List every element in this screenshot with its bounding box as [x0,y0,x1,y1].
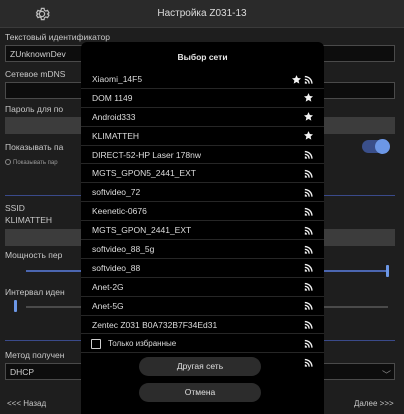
method-label: Метод получен [5,350,65,360]
cancel-button[interactable]: Отмена [139,383,261,402]
star-icon [303,130,314,141]
network-icons [303,148,314,162]
network-row[interactable]: Keenetic-0676 [81,202,324,222]
network-icons [303,166,314,180]
network-row[interactable]: Xiaomi_14F5 [81,70,324,89]
network-row[interactable]: DIRECT-52-HP Laser 178nw [81,146,324,165]
network-row[interactable]: softvideo_88_5g [81,240,324,259]
network-ssid: Anet-5G [92,300,124,311]
network-icons [303,129,314,143]
toggle-knob [375,139,390,154]
ssid-label: SSID [5,203,25,213]
wifi-signal-icon [303,225,314,236]
text-id-label: Текстовый идентификатор [5,32,110,42]
app-header: Настройка Z031-13 [0,0,404,28]
other-network-button[interactable]: Другая сеть [139,357,261,376]
network-ssid: DOM 1149 [92,92,133,103]
network-ssid: softvideo_88 [92,262,141,273]
show-password-small[interactable]: Показывать пар [5,159,58,166]
network-icons [291,72,314,86]
favorites-only-checkbox[interactable] [91,339,101,349]
page-title: Настройка Z031-13 [157,8,247,19]
wifi-signal-icon [303,168,314,179]
star-icon [291,74,302,85]
network-row[interactable]: softvideo_72 [81,183,324,203]
network-icons [303,261,314,275]
network-icons [303,299,314,313]
interval-slider-thumb[interactable] [14,300,17,312]
network-ssid: MGTS_GPON5_2441_EXT [92,168,196,179]
wifi-signal-icon [303,74,314,85]
network-ssid: softvideo_88_5g [92,244,155,255]
network-row[interactable]: MGTS_GPON_2441_EXT [81,221,324,241]
network-row[interactable]: Anet-5G [81,297,324,316]
network-ssid: softvideo_72 [92,187,141,198]
wifi-signal-icon [303,244,314,255]
network-ssid: Xiaomi_14F5 [92,74,143,84]
network-row[interactable]: Zentec Z031 B0A732B7F34Ed31 [81,316,324,335]
wifi-signal-icon [303,338,314,349]
show-password-label: Показывать па [5,142,64,152]
network-icons [303,110,314,124]
wifi-signal-icon [303,281,314,292]
network-row[interactable]: MGTS_GPON5_2441_EXT [81,164,324,184]
interval-label: Интервал иден [5,287,65,297]
network-icons [303,204,314,218]
network-ssid: KLIMATTEH [92,130,140,141]
mdns-label: Сетевое mDNS [5,69,66,79]
power-slider-thumb[interactable] [386,265,389,277]
back-button[interactable]: <<< Назад [7,399,46,408]
star-icon [303,92,314,103]
network-icons [303,318,314,332]
show-password-toggle[interactable] [362,139,390,154]
network-icons [303,336,314,350]
network-icons [303,185,314,199]
network-icons [303,91,314,105]
network-row[interactable]: Android333 [81,108,324,127]
next-button[interactable]: Далее >>> [354,399,394,408]
wifi-signal-icon [303,300,314,311]
network-ssid: Anet-2G [92,281,124,292]
network-icons [303,242,314,256]
wifi-signal-icon [303,187,314,198]
network-row[interactable]: DOM 1149 [81,89,324,108]
dialog-title: Выбор сети [177,52,228,62]
star-icon [303,111,314,122]
wifi-signal-icon [303,319,314,330]
network-row[interactable]: softvideo_88 [81,259,324,278]
radio-icon [5,159,11,165]
wifi-signal-icon [303,262,314,273]
network-list[interactable]: Xiaomi_14F5 DOM 1149 Android333 KLIMATTEH DI… [81,70,324,370]
network-ssid: DIRECT-52-HP Laser 178nw [92,149,201,160]
power-label: Мощность пер [5,250,63,260]
network-row[interactable]: KLIMATTEH [81,127,324,146]
password-label: Пароль для по [5,104,64,114]
network-icons [303,223,314,237]
wifi-signal-icon [303,357,314,368]
wifi-signal-icon [303,206,314,217]
chevron-down-icon: ﹀ [382,370,392,380]
ssid-value: KLIMATTEH [5,215,53,225]
wifi-signal-icon [303,149,314,160]
network-row[interactable]: Anet-2G [81,278,324,297]
network-ssid: MGTS_GPON_2441_EXT [92,225,192,236]
network-ssid: Zentec Z031 B0A732B7F34Ed31 [92,319,218,330]
show-password-small-label: Показывать пар [13,160,58,166]
network-icons [303,280,314,294]
network-icons [303,355,314,369]
network-ssid: Keenetic-0676 [92,206,147,217]
network-ssid: Android333 [92,111,136,122]
favorites-only-label: Только избранные [108,339,177,348]
